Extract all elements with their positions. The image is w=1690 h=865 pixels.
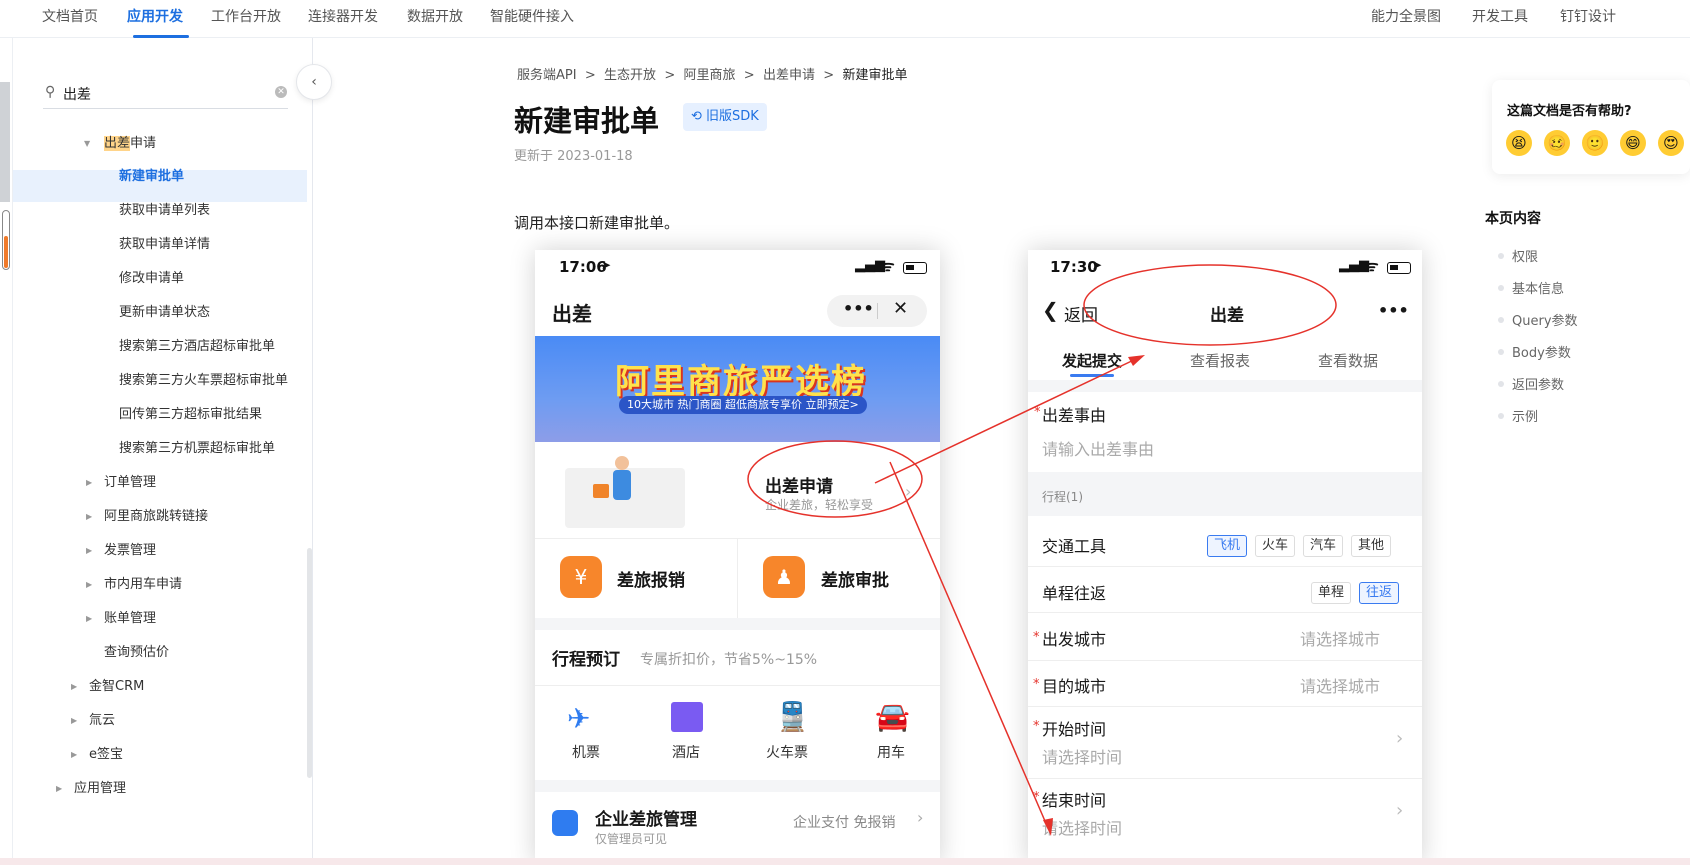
toc-item[interactable]: 示例 — [1497, 406, 1538, 425]
annotation-arrowhead — [1128, 355, 1145, 366]
emoji-smile-icon[interactable]: 🙂 — [1582, 130, 1608, 156]
emoji-grin-icon[interactable]: 😄 — [1620, 130, 1646, 156]
toc-title: 本页内容 — [1485, 211, 1541, 227]
bottom-strip — [0, 858, 1690, 865]
toc-item[interactable]: 权限 — [1497, 246, 1538, 265]
feedback-title: 这篇文档是否有帮助? — [1507, 104, 1632, 119]
feedback-card: 这篇文档是否有帮助? 😫 🥴 🙂 😄 😍 — [1492, 80, 1690, 174]
annotation-arrow — [889, 461, 1049, 829]
annotation-arrow — [874, 357, 1139, 484]
emoji-love-icon[interactable]: 😍 — [1658, 130, 1684, 156]
annotation-ellipse — [1083, 264, 1337, 346]
toc-item[interactable]: 基本信息 — [1497, 278, 1564, 297]
annotation-ellipse — [747, 440, 923, 518]
annotation-arrowhead — [1043, 818, 1053, 836]
emoji-dizzy-icon[interactable]: 🥴 — [1544, 130, 1570, 156]
annotation-overlay — [747, 264, 1337, 836]
toc-item[interactable]: Query参数 — [1498, 310, 1578, 329]
toc-item[interactable]: 返回参数 — [1497, 374, 1564, 393]
toc-item[interactable]: Body参数 — [1498, 342, 1571, 361]
emoji-angry-icon[interactable]: 😫 — [1506, 130, 1532, 156]
